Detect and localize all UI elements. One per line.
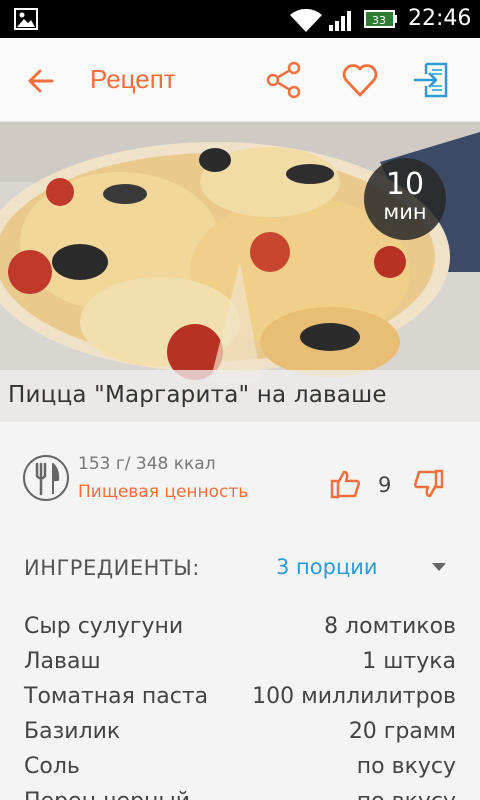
ingredient-quantity: по вкусу [356,754,456,779]
list-item: Базилик 20 грамм [0,715,480,750]
status-bar: 33 22:46 [0,0,480,38]
clock: 22:46 [408,6,472,31]
ingredient-quantity: 100 миллилитров [252,684,456,709]
cooking-time-unit: мин [383,200,427,224]
ingredient-name: Базилик [24,719,121,744]
list-item: Соль по вкусу [0,750,480,785]
nutrition-value-link[interactable]: Пищевая ценность [78,482,248,502]
likes-count: 9 [378,473,392,497]
signal-icon [329,11,351,31]
list-item: Томатная паста 100 миллилитров [0,680,480,715]
ingredient-quantity: 1 штука [362,649,456,674]
thumbs-up-icon[interactable] [330,468,362,500]
recipe-title-bar: Пицца "Маргарита" на лаваше [0,370,480,422]
ingredient-quantity: 20 грамм [348,719,456,744]
weight-kcal: 153 г/ 348 ккал [78,454,216,474]
heart-icon[interactable] [340,60,380,100]
page-title: Рецепт [90,64,176,94]
thumbs-down-icon[interactable] [412,468,444,500]
ingredient-name: Лаваш [24,649,101,674]
ingredient-name: Сыр сулугуни [24,614,184,639]
chevron-down-icon[interactable] [432,563,446,571]
ingredients-list: Сыр сулугуни 8 ломтиков Лаваш 1 штука То… [0,610,480,800]
list-item: Лаваш 1 штука [0,645,480,680]
share-icon[interactable] [264,60,304,100]
wifi-icon [290,8,322,32]
recipe-hero: 10 мин Пицца "Маргарита" на лаваше [0,122,480,422]
battery-icon: 33 [364,10,397,28]
portions-selector[interactable]: 3 порции [276,555,378,579]
recipe-title: Пицца "Маргарита" на лаваше [8,382,387,408]
ingredients-label: ИНГРЕДИЕНТЫ: [24,556,200,580]
cooking-time-badge: 10 мин [364,158,446,240]
exit-icon[interactable] [412,60,452,100]
ingredients-header: ИНГРЕДИЕНТЫ: 3 порции [0,542,480,598]
ingredient-name: Томатная паста [24,684,209,709]
back-arrow-icon[interactable] [22,62,60,100]
nutrition-row: 153 г/ 348 ккал Пищевая ценность 9 [0,422,480,542]
fork-knife-icon [23,455,69,501]
app-bar: Рецепт [0,38,480,122]
gallery-icon [14,8,38,30]
list-item: Сыр сулугуни 8 ломтиков [0,610,480,645]
battery-level: 33 [372,14,386,27]
cooking-time-value: 10 [385,167,425,202]
ingredient-name: Соль [24,754,80,779]
ingredient-quantity: 8 ломтиков [324,614,456,639]
list-item: Перец черный по вкусу [0,785,480,800]
ingredient-quantity: по вкусу [357,789,456,800]
ingredient-name: Перец черный [24,789,190,800]
